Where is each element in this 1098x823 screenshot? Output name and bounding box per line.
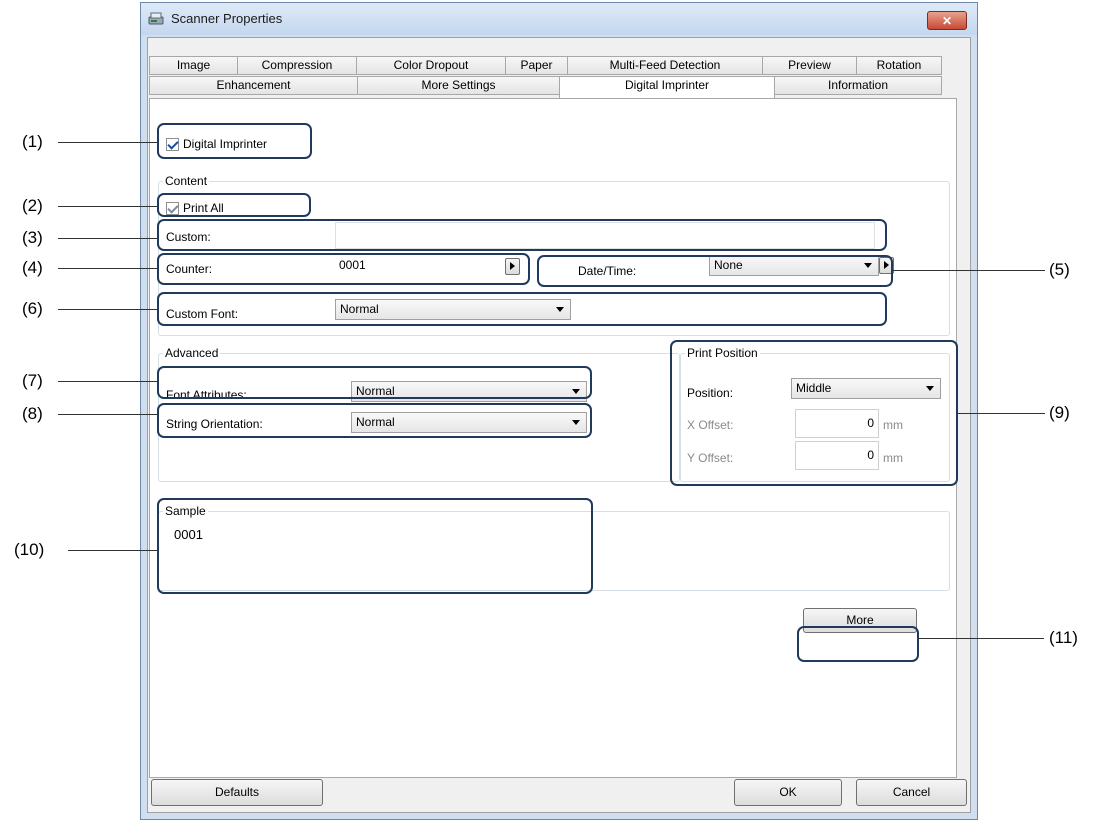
cancel-button[interactable]: Cancel — [856, 779, 967, 806]
callout-box-10 — [157, 498, 593, 594]
leader-line-3 — [58, 238, 158, 239]
callout-box-5 — [537, 255, 893, 287]
callout-number: (3) — [22, 228, 43, 247]
callout-number: (2) — [22, 196, 43, 215]
callout-number: (10) — [14, 540, 45, 559]
close-button[interactable]: ✕ — [927, 11, 967, 30]
tab-information[interactable]: Information — [774, 76, 942, 95]
leader-line-9 — [958, 413, 1045, 414]
callout-number: (9) — [1049, 403, 1070, 422]
leader-line-8 — [58, 414, 158, 415]
tab-multi-feed-detection[interactable]: Multi-Feed Detection — [567, 56, 763, 75]
tab-compression[interactable]: Compression — [237, 56, 357, 75]
callout-number: (4) — [22, 258, 43, 277]
callout-number: (1) — [22, 132, 43, 151]
tab-label: Rotation — [876, 58, 922, 72]
callout-box-4 — [157, 253, 530, 285]
content-legend: Content — [165, 174, 208, 188]
leader-line-1 — [58, 142, 158, 143]
tab-label: Paper — [520, 58, 553, 72]
tab-enhancement[interactable]: Enhancement — [149, 76, 358, 95]
tab-paper[interactable]: Paper — [505, 56, 568, 75]
tab-digital-imprinter[interactable]: Digital Imprinter — [559, 76, 775, 98]
callout-number: (8) — [22, 404, 43, 423]
close-icon: ✕ — [941, 14, 953, 28]
callout-box-1 — [157, 123, 312, 159]
tab-preview[interactable]: Preview — [762, 56, 857, 75]
leader-line-7 — [58, 381, 158, 382]
callout-number: (11) — [1049, 628, 1078, 647]
tab-color-dropout[interactable]: Color Dropout — [356, 56, 506, 75]
ok-button[interactable]: OK — [734, 779, 842, 806]
callout-number: (7) — [22, 371, 43, 390]
callout-box-3 — [157, 219, 887, 251]
tab-label: More Settings — [421, 78, 496, 92]
tab-label: Color Dropout — [393, 58, 469, 72]
leader-line-10 — [68, 550, 158, 551]
callout-box-8 — [157, 403, 592, 438]
tab-label: Enhancement — [216, 78, 291, 92]
tab-more-settings[interactable]: More Settings — [357, 76, 560, 95]
callout-box-2 — [157, 193, 311, 217]
callout-box-9 — [670, 340, 958, 486]
callout-box-11 — [797, 626, 919, 662]
tab-label: Image — [176, 58, 211, 72]
tab-label: Multi-Feed Detection — [609, 58, 721, 72]
scanner-icon — [148, 12, 164, 25]
leader-line-4 — [58, 268, 158, 269]
defaults-button[interactable]: Defaults — [151, 779, 323, 806]
tab-label: Compression — [261, 58, 333, 72]
leader-line-6 — [58, 309, 158, 310]
callout-number: (5) — [1049, 260, 1070, 279]
tab-label: Digital Imprinter — [624, 78, 710, 92]
callout-number: (6) — [22, 299, 43, 318]
leader-line-5 — [893, 270, 1045, 271]
title-bar[interactable]: Scanner Properties ✕ — [141, 3, 977, 35]
advanced-legend: Advanced — [165, 346, 219, 360]
callout-box-7 — [157, 366, 592, 399]
tab-rotation[interactable]: Rotation — [856, 56, 942, 75]
leader-line-2 — [58, 206, 158, 207]
tab-image[interactable]: Image — [149, 56, 238, 75]
window-title: Scanner Properties — [171, 11, 283, 26]
tab-label: Information — [827, 78, 889, 92]
leader-line-11 — [918, 638, 1044, 639]
tab-label: Preview — [788, 58, 831, 72]
callout-box-6 — [157, 292, 887, 326]
